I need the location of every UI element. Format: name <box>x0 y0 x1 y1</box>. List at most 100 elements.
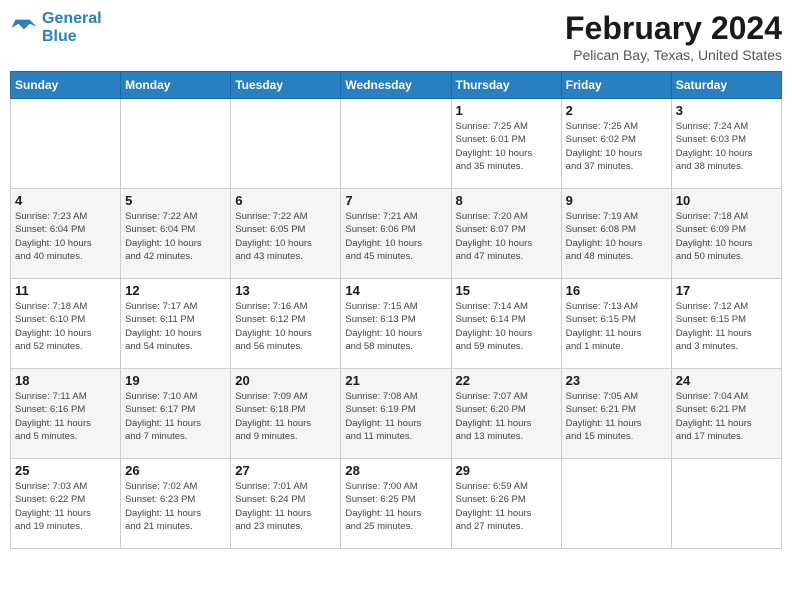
calendar-week-row: 1Sunrise: 7:25 AM Sunset: 6:01 PM Daylig… <box>11 99 782 189</box>
day-number: 7 <box>345 193 446 208</box>
day-info: Sunrise: 7:01 AM Sunset: 6:24 PM Dayligh… <box>235 480 336 533</box>
day-info: Sunrise: 7:03 AM Sunset: 6:22 PM Dayligh… <box>15 480 116 533</box>
day-info: Sunrise: 7:11 AM Sunset: 6:16 PM Dayligh… <box>15 390 116 443</box>
day-number: 11 <box>15 283 116 298</box>
day-number: 27 <box>235 463 336 478</box>
day-number: 3 <box>676 103 777 118</box>
day-number: 28 <box>345 463 446 478</box>
calendar-cell: 28 Sunrise: 7:00 AM Sunset: 6:25 PM Dayli… <box>341 459 451 549</box>
day-number: 2 <box>566 103 667 118</box>
title-area: February 2024 Pelican Bay, Texas, United… <box>565 10 782 63</box>
day-info: Sunrise: 7:08 AM Sunset: 6:19 PM Dayligh… <box>345 390 446 443</box>
logo-text: General Blue <box>42 10 102 45</box>
calendar-header-row: SundayMondayTuesdayWednesdayThursdayFrid… <box>11 72 782 99</box>
day-info: Sunrise: 7:04 AM Sunset: 6:21 PM Dayligh… <box>676 390 777 443</box>
calendar-cell: 16 Sunrise: 7:13 AM Sunset: 6:15 PM Dayli… <box>561 279 671 369</box>
calendar-week-row: 18 Sunrise: 7:11 AM Sunset: 6:16 PM Dayli… <box>11 369 782 459</box>
day-number: 8 <box>456 193 557 208</box>
calendar-cell: 24 Sunrise: 7:04 AM Sunset: 6:21 PM Dayli… <box>671 369 781 459</box>
calendar-cell: 25 Sunrise: 7:03 AM Sunset: 6:22 PM Dayli… <box>11 459 121 549</box>
day-info: Sunrise: 7:07 AM Sunset: 6:20 PM Dayligh… <box>456 390 557 443</box>
day-number: 24 <box>676 373 777 388</box>
calendar-cell: 3Sunrise: 7:24 AM Sunset: 6:03 PM Daylig… <box>671 99 781 189</box>
day-info: Sunrise: 7:13 AM Sunset: 6:15 PM Dayligh… <box>566 300 667 353</box>
day-number: 1 <box>456 103 557 118</box>
calendar-cell: 22 Sunrise: 7:07 AM Sunset: 6:20 PM Dayli… <box>451 369 561 459</box>
day-of-week-header: Monday <box>121 72 231 99</box>
calendar-cell: 29 Sunrise: 6:59 AM Sunset: 6:26 PM Dayli… <box>451 459 561 549</box>
day-number: 22 <box>456 373 557 388</box>
calendar-week-row: 4 Sunrise: 7:23 AM Sunset: 6:04 PM Daylig… <box>11 189 782 279</box>
logo: General Blue <box>10 10 102 45</box>
calendar-cell <box>561 459 671 549</box>
calendar-cell: 7 Sunrise: 7:21 AM Sunset: 6:06 PM Daylig… <box>341 189 451 279</box>
day-info: Sunrise: 7:25 AM Sunset: 6:02 PM Dayligh… <box>566 120 667 173</box>
day-number: 16 <box>566 283 667 298</box>
calendar-cell: 1Sunrise: 7:25 AM Sunset: 6:01 PM Daylig… <box>451 99 561 189</box>
calendar-cell: 13 Sunrise: 7:16 AM Sunset: 6:12 PM Dayli… <box>231 279 341 369</box>
day-of-week-header: Friday <box>561 72 671 99</box>
day-of-week-header: Saturday <box>671 72 781 99</box>
calendar-cell <box>121 99 231 189</box>
day-info: Sunrise: 7:19 AM Sunset: 6:08 PM Dayligh… <box>566 210 667 263</box>
calendar-cell <box>341 99 451 189</box>
day-number: 18 <box>15 373 116 388</box>
day-info: Sunrise: 7:20 AM Sunset: 6:07 PM Dayligh… <box>456 210 557 263</box>
day-info: Sunrise: 7:00 AM Sunset: 6:25 PM Dayligh… <box>345 480 446 533</box>
calendar-cell: 21Sunrise: 7:08 AM Sunset: 6:19 PM Dayli… <box>341 369 451 459</box>
day-number: 5 <box>125 193 226 208</box>
day-info: Sunrise: 7:14 AM Sunset: 6:14 PM Dayligh… <box>456 300 557 353</box>
calendar-cell: 8 Sunrise: 7:20 AM Sunset: 6:07 PM Daylig… <box>451 189 561 279</box>
header: General Blue February 2024 Pelican Bay, … <box>10 10 782 63</box>
day-number: 17 <box>676 283 777 298</box>
calendar-cell: 23Sunrise: 7:05 AM Sunset: 6:21 PM Dayli… <box>561 369 671 459</box>
calendar-cell: 18 Sunrise: 7:11 AM Sunset: 6:16 PM Dayli… <box>11 369 121 459</box>
day-number: 9 <box>566 193 667 208</box>
calendar-cell: 2 Sunrise: 7:25 AM Sunset: 6:02 PM Daylig… <box>561 99 671 189</box>
day-number: 6 <box>235 193 336 208</box>
calendar-cell <box>231 99 341 189</box>
calendar-cell: 9 Sunrise: 7:19 AM Sunset: 6:08 PM Daylig… <box>561 189 671 279</box>
calendar-cell: 14 Sunrise: 7:15 AM Sunset: 6:13 PM Dayli… <box>341 279 451 369</box>
day-info: Sunrise: 7:05 AM Sunset: 6:21 PM Dayligh… <box>566 390 667 443</box>
calendar-cell <box>671 459 781 549</box>
day-number: 19 <box>125 373 226 388</box>
day-info: Sunrise: 7:23 AM Sunset: 6:04 PM Dayligh… <box>15 210 116 263</box>
calendar-cell: 6 Sunrise: 7:22 AM Sunset: 6:05 PM Daylig… <box>231 189 341 279</box>
subtitle: Pelican Bay, Texas, United States <box>565 47 782 63</box>
day-number: 29 <box>456 463 557 478</box>
day-number: 10 <box>676 193 777 208</box>
calendar-cell: 17Sunrise: 7:12 AM Sunset: 6:15 PM Dayli… <box>671 279 781 369</box>
day-info: Sunrise: 7:16 AM Sunset: 6:12 PM Dayligh… <box>235 300 336 353</box>
day-number: 14 <box>345 283 446 298</box>
main-title: February 2024 <box>565 10 782 47</box>
calendar-cell: 11 Sunrise: 7:18 AM Sunset: 6:10 PM Dayli… <box>11 279 121 369</box>
calendar-body: 1Sunrise: 7:25 AM Sunset: 6:01 PM Daylig… <box>11 99 782 549</box>
day-info: Sunrise: 6:59 AM Sunset: 6:26 PM Dayligh… <box>456 480 557 533</box>
day-number: 13 <box>235 283 336 298</box>
day-info: Sunrise: 7:02 AM Sunset: 6:23 PM Dayligh… <box>125 480 226 533</box>
day-info: Sunrise: 7:18 AM Sunset: 6:10 PM Dayligh… <box>15 300 116 353</box>
day-info: Sunrise: 7:22 AM Sunset: 6:05 PM Dayligh… <box>235 210 336 263</box>
day-info: Sunrise: 7:15 AM Sunset: 6:13 PM Dayligh… <box>345 300 446 353</box>
calendar-cell: 4 Sunrise: 7:23 AM Sunset: 6:04 PM Daylig… <box>11 189 121 279</box>
day-number: 4 <box>15 193 116 208</box>
day-number: 15 <box>456 283 557 298</box>
calendar-cell: 20 Sunrise: 7:09 AM Sunset: 6:18 PM Dayli… <box>231 369 341 459</box>
calendar-week-row: 11 Sunrise: 7:18 AM Sunset: 6:10 PM Dayli… <box>11 279 782 369</box>
calendar-table: SundayMondayTuesdayWednesdayThursdayFrid… <box>10 71 782 549</box>
calendar-cell: 26Sunrise: 7:02 AM Sunset: 6:23 PM Dayli… <box>121 459 231 549</box>
day-of-week-header: Wednesday <box>341 72 451 99</box>
day-number: 25 <box>15 463 116 478</box>
calendar-cell: 15 Sunrise: 7:14 AM Sunset: 6:14 PM Dayli… <box>451 279 561 369</box>
calendar-cell: 10 Sunrise: 7:18 AM Sunset: 6:09 PM Dayli… <box>671 189 781 279</box>
day-info: Sunrise: 7:17 AM Sunset: 6:11 PM Dayligh… <box>125 300 226 353</box>
day-of-week-header: Sunday <box>11 72 121 99</box>
day-info: Sunrise: 7:22 AM Sunset: 6:04 PM Dayligh… <box>125 210 226 263</box>
day-info: Sunrise: 7:10 AM Sunset: 6:17 PM Dayligh… <box>125 390 226 443</box>
day-number: 20 <box>235 373 336 388</box>
day-info: Sunrise: 7:21 AM Sunset: 6:06 PM Dayligh… <box>345 210 446 263</box>
day-info: Sunrise: 7:18 AM Sunset: 6:09 PM Dayligh… <box>676 210 777 263</box>
calendar-cell: 12Sunrise: 7:17 AM Sunset: 6:11 PM Dayli… <box>121 279 231 369</box>
day-info: Sunrise: 7:09 AM Sunset: 6:18 PM Dayligh… <box>235 390 336 443</box>
